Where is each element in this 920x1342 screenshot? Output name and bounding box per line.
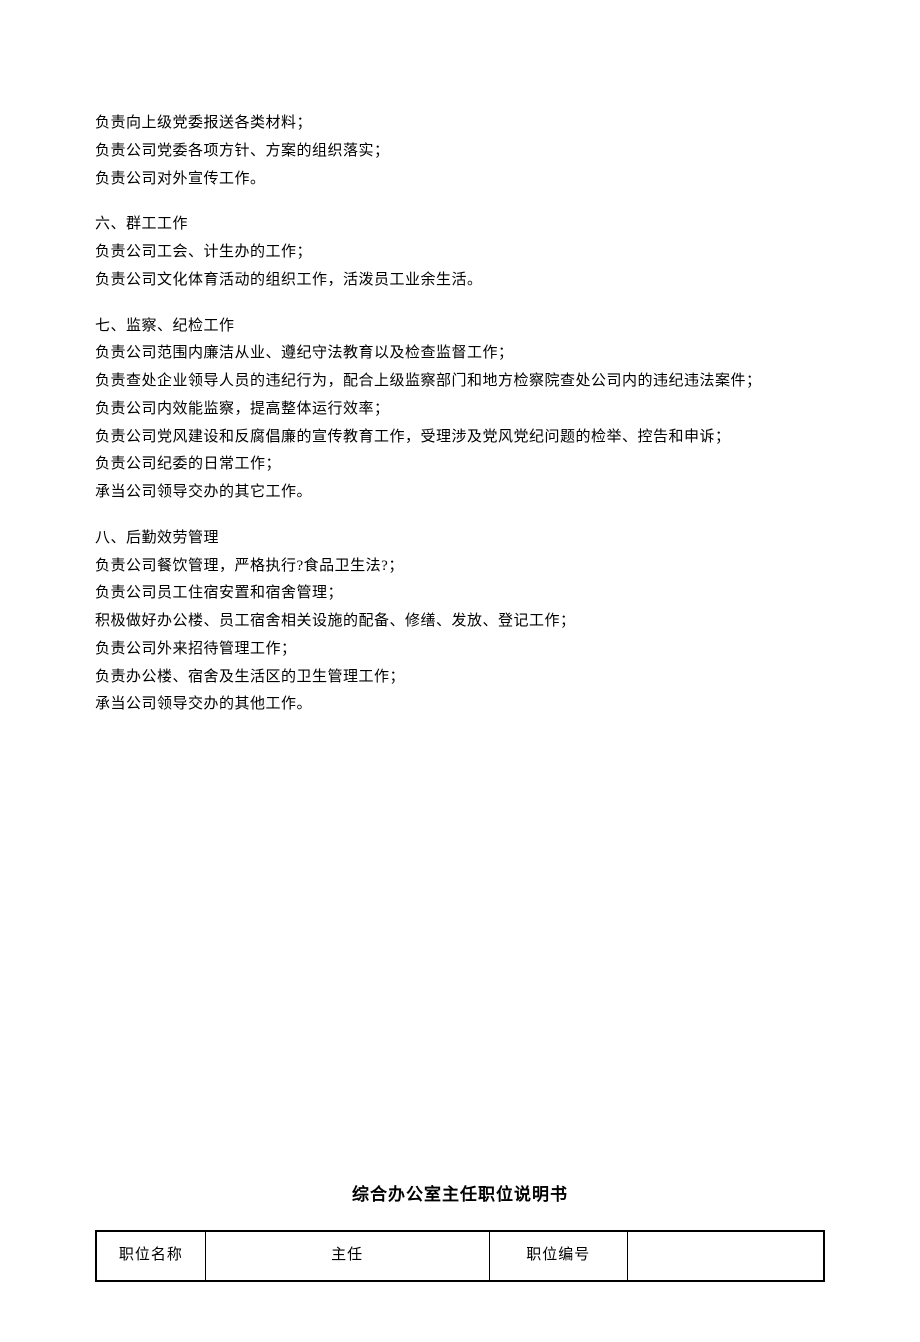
section-title: 六、群工工作 [95, 211, 825, 239]
section-7: 七、监察、纪检工作 负责公司范围内廉洁从业、遵纪守法教育以及检查监督工作； 负责… [95, 313, 825, 507]
text-line: 负责公司党委各项方针、方案的组织落实； [95, 138, 825, 166]
cell-position-name-value: 主任 [205, 1231, 489, 1281]
section-title: 八、后勤效劳管理 [95, 525, 825, 553]
text-line: 负责公司纪委的日常工作； [95, 451, 825, 479]
table-title: 综合办公室主任职位说明书 [95, 1179, 825, 1210]
cell-position-code-value [627, 1231, 824, 1281]
section-title: 七、监察、纪检工作 [95, 313, 825, 341]
text-line: 承当公司领导交办的其他工作。 [95, 691, 825, 719]
text-line: 负责公司范围内廉洁从业、遵纪守法教育以及检查监督工作； [95, 340, 825, 368]
cell-position-code-label: 职位编号 [489, 1231, 627, 1281]
text-line: 负责向上级党委报送各类材料； [95, 110, 825, 138]
text-line: 积极做好办公楼、员工宿舍相关设施的配备、修缮、发放、登记工作； [95, 608, 825, 636]
text-line: 负责公司餐饮管理，严格执行?食品卫生法?； [95, 553, 825, 581]
text-line: 负责公司内效能监察，提高整体运行效率； [95, 396, 825, 424]
text-line: 负责公司党风建设和反腐倡廉的宣传教育工作，受理涉及党风党纪问题的检举、控告和申诉… [95, 424, 825, 452]
text-line: 负责公司外来招待管理工作； [95, 636, 825, 664]
text-line: 承当公司领导交办的其它工作。 [95, 479, 825, 507]
text-line: 负责办公楼、宿舍及生活区的卫生管理工作； [95, 664, 825, 692]
section-8: 八、后勤效劳管理 负责公司餐饮管理，严格执行?食品卫生法?； 负责公司员工住宿安… [95, 525, 825, 719]
text-line: 负责公司文化体育活动的组织工作，活泼员工业余生活。 [95, 267, 825, 295]
table-row: 职位名称 主任 职位编号 [96, 1231, 824, 1281]
text-line: 负责公司对外宣传工作。 [95, 166, 825, 194]
text-line: 负责公司工会、计生办的工作； [95, 239, 825, 267]
section-6: 六、群工工作 负责公司工会、计生办的工作； 负责公司文化体育活动的组织工作，活泼… [95, 211, 825, 294]
intro-block: 负责向上级党委报送各类材料； 负责公司党委各项方针、方案的组织落实； 负责公司对… [95, 110, 825, 193]
text-line: 负责公司员工住宿安置和宿舍管理； [95, 580, 825, 608]
cell-position-name-label: 职位名称 [96, 1231, 205, 1281]
job-table: 职位名称 主任 职位编号 [95, 1230, 825, 1282]
text-line: 负责查处企业领导人员的违纪行为，配合上级监察部门和地方检察院查处公司内的违纪违法… [95, 368, 825, 396]
